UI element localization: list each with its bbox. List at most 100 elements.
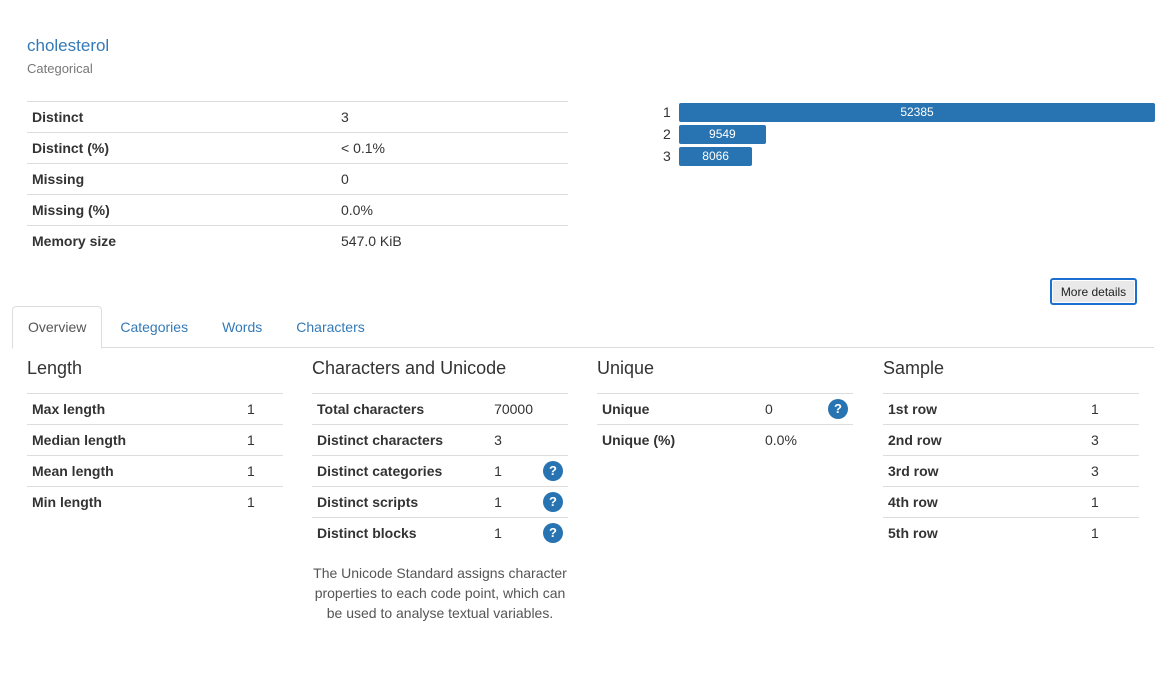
stat-label: Max length — [27, 393, 242, 425]
stat-value: 1 — [489, 486, 538, 518]
tab-overview[interactable]: Overview — [12, 306, 103, 349]
help-icon[interactable]: ? — [543, 461, 563, 481]
stat-value: 1 — [1086, 486, 1139, 518]
stat-row: 5th row 1 — [883, 517, 1139, 549]
frequency-bar-chart: 1 52385 2 9549 3 8066 — [660, 101, 1155, 167]
variable-type: Categorical — [27, 61, 93, 76]
stat-row: 4th row 1 — [883, 486, 1139, 518]
stat-label: Distinct — [27, 101, 336, 133]
stat-value: 0 — [336, 163, 568, 195]
freq-category-label: 3 — [663, 148, 671, 164]
stat-label: Missing — [27, 163, 336, 195]
stat-label: 5th row — [883, 517, 1086, 549]
sample-table: 1st row 1 2nd row 3 3rd row 3 4th row 1 5th … — [883, 393, 1139, 549]
stat-value: 1 — [489, 517, 538, 549]
stat-value: 1 — [489, 455, 538, 487]
stat-row: Distinct scripts 1? — [312, 486, 568, 518]
stat-row: Mean length 1 — [27, 455, 283, 487]
stat-label: Median length — [27, 424, 242, 456]
stat-value: 0.0% — [760, 424, 823, 456]
stat-label: Distinct categories — [312, 455, 490, 487]
help-icon[interactable]: ? — [543, 523, 563, 544]
stat-row: Distinct blocks 1? — [312, 517, 568, 549]
tab-bar: Overview Categories Words Characters — [12, 306, 1154, 349]
freq-track: 52385 — [679, 102, 1155, 122]
stat-row: Distinct characters 3 — [312, 424, 568, 456]
stat-value: 0 — [760, 393, 823, 425]
stat-value: 1 — [242, 486, 283, 518]
freq-row: 1 52385 — [660, 101, 1155, 123]
stat-label: 3rd row — [883, 455, 1086, 487]
section-title: Sample — [883, 358, 945, 378]
help-icon[interactable]: ? — [828, 399, 848, 419]
stat-row: 2nd row 3 — [883, 424, 1139, 456]
stat-row: Distinct (%) < 0.1% — [27, 132, 568, 164]
stat-row: Distinct categories 1? — [312, 455, 568, 487]
tab-categories[interactable]: Categories — [104, 306, 204, 348]
stat-value: 3 — [1086, 424, 1139, 456]
section-title: Unique — [597, 358, 655, 378]
stat-value: 3 — [489, 424, 538, 456]
unicode-note: The Unicode Standard assigns character p… — [313, 564, 567, 621]
freq-track: 9549 — [679, 124, 1155, 144]
freq-bar: 9549 — [679, 125, 766, 144]
stat-label: Mean length — [27, 455, 242, 487]
help-icon[interactable]: ? — [543, 492, 563, 512]
stat-value: 3 — [1086, 455, 1139, 487]
stat-label: Min length — [27, 486, 242, 518]
stat-row: Total characters 70000 — [312, 393, 568, 425]
stat-row: Unique 0? — [597, 393, 853, 425]
freq-track: 8066 — [679, 146, 1155, 166]
freq-category-label: 2 — [663, 126, 671, 142]
section-title: Characters and Unicode — [312, 358, 507, 378]
unicode-table: Total characters 70000 Distinct character… — [312, 393, 568, 549]
stat-value: 70000 — [489, 393, 538, 425]
stat-label: 2nd row — [883, 424, 1086, 456]
stat-label: Missing (%) — [27, 194, 336, 226]
stat-value: 1 — [242, 393, 283, 425]
stat-value: 1 — [1086, 517, 1139, 549]
freq-bar: 52385 — [679, 103, 1155, 122]
unique-section: Unique Unique 0? Unique (%) 0.0% — [597, 356, 853, 456]
length-table: Max length 1 Median length 1 Mean length 1 … — [27, 393, 283, 518]
variable-name-link[interactable]: cholesterol — [27, 36, 109, 56]
stat-value: 1 — [242, 455, 283, 487]
tab-characters[interactable]: Characters — [280, 306, 380, 348]
stat-label: Distinct blocks — [312, 517, 490, 549]
stat-label: Unique — [597, 393, 760, 425]
stat-label: Memory size — [27, 225, 336, 257]
stat-label: Distinct (%) — [27, 132, 336, 164]
sample-section: Sample 1st row 1 2nd row 3 3rd row 3 4th ro… — [883, 356, 1139, 549]
unique-table: Unique 0? Unique (%) 0.0% — [597, 393, 853, 456]
stat-value: 1 — [1086, 393, 1139, 425]
stat-row: Min length 1 — [27, 486, 283, 518]
stat-value: 1 — [242, 424, 283, 456]
stat-label: Distinct characters — [312, 424, 490, 456]
stat-value: 3 — [336, 101, 568, 133]
stat-label: Distinct scripts — [312, 486, 490, 518]
stat-label: 1st row — [883, 393, 1086, 425]
freq-bar: 8066 — [679, 147, 753, 166]
more-details-button[interactable]: More details — [1050, 278, 1137, 305]
stat-label: Total characters — [312, 393, 490, 425]
stat-row: 1st row 1 — [883, 393, 1139, 425]
stat-row: Max length 1 — [27, 393, 283, 425]
freq-row: 3 8066 — [660, 145, 1155, 167]
stat-row: Median length 1 — [27, 424, 283, 456]
stat-value: 547.0 KiB — [336, 225, 568, 257]
stat-row: 3rd row 3 — [883, 455, 1139, 487]
unicode-section: Characters and Unicode Total characters 7… — [312, 356, 568, 623]
stat-value: < 0.1% — [336, 132, 568, 164]
tab-words[interactable]: Words — [206, 306, 278, 348]
stat-label: 4th row — [883, 486, 1086, 518]
stat-row: Distinct 3 — [27, 101, 568, 133]
stat-row: Missing 0 — [27, 163, 568, 195]
freq-category-label: 1 — [663, 104, 671, 120]
stat-value: 0.0% — [336, 194, 568, 226]
section-title: Length — [27, 358, 83, 378]
freq-row: 2 9549 — [660, 123, 1155, 145]
stat-label: Unique (%) — [597, 424, 760, 456]
stat-row: Missing (%) 0.0% — [27, 194, 568, 226]
main-stats-table: Distinct 3 Distinct (%) < 0.1% Missing 0 Mi… — [27, 101, 568, 257]
stat-row: Unique (%) 0.0% — [597, 424, 853, 456]
